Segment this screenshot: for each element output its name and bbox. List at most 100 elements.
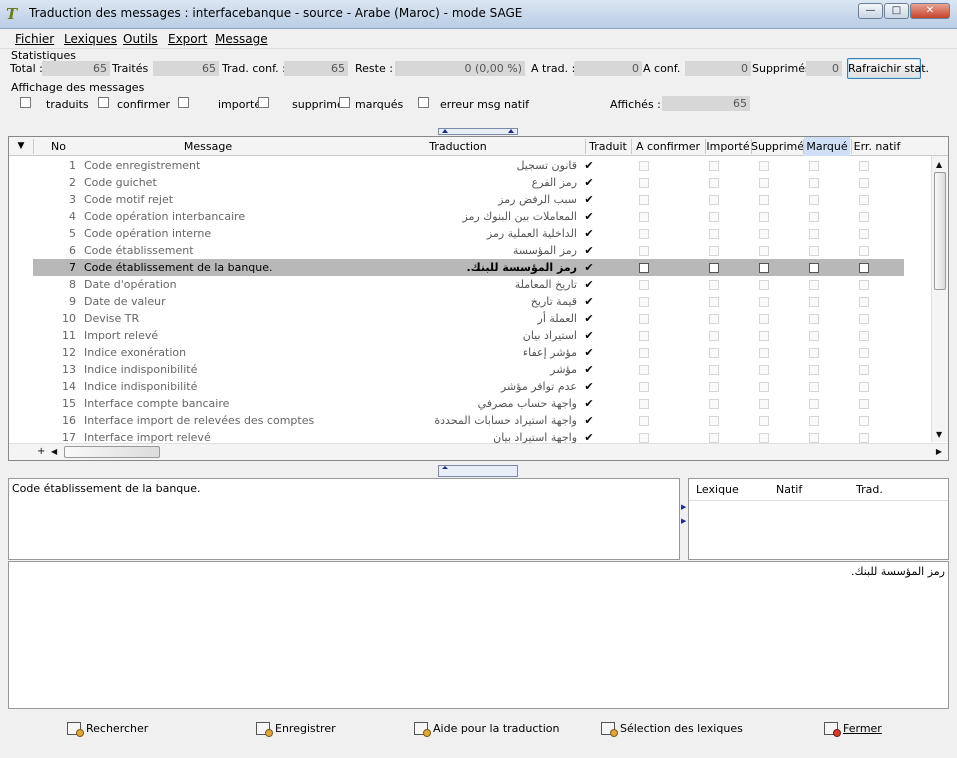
- natif-column[interactable]: Natif: [776, 479, 802, 501]
- err-natif-checkbox[interactable]: [859, 297, 869, 307]
- importe-checkbox[interactable]: [709, 263, 719, 273]
- table-row[interactable]: 11 Import relevé استيراد بيان ✔: [33, 327, 904, 344]
- column-message[interactable]: Message: [84, 137, 332, 156]
- supprime-checkbox[interactable]: [759, 297, 769, 307]
- table-row[interactable]: 4 Code opération interbancaire المعاملات ب…: [33, 208, 904, 225]
- maximize-button[interactable]: □: [884, 3, 909, 19]
- importe-checkbox[interactable]: [709, 382, 719, 392]
- menu-export[interactable]: Export: [168, 32, 207, 46]
- err-natif-checkbox[interactable]: [859, 399, 869, 409]
- table-row[interactable]: 5 Code opération interne الداخلية العملية …: [33, 225, 904, 242]
- marque-checkbox[interactable]: [809, 314, 819, 324]
- column-err-natif[interactable]: Err. natif: [851, 137, 903, 156]
- marque-checkbox[interactable]: [809, 212, 819, 222]
- menu-outils[interactable]: Outils: [123, 32, 158, 46]
- err-natif-checkbox[interactable]: [859, 195, 869, 205]
- table-row[interactable]: 15 Interface compte bancaire واجهة حساب مص…: [33, 395, 904, 412]
- importe-checkbox[interactable]: [709, 212, 719, 222]
- marque-checkbox[interactable]: [809, 416, 819, 426]
- filter-erreur-checkbox[interactable]: [418, 97, 429, 108]
- a-confirmer-checkbox[interactable]: [639, 280, 649, 290]
- marque-checkbox[interactable]: [809, 433, 819, 443]
- importe-checkbox[interactable]: [709, 416, 719, 426]
- menu-lexiques[interactable]: Lexiques: [64, 32, 117, 46]
- supprime-checkbox[interactable]: [759, 399, 769, 409]
- supprime-checkbox[interactable]: [759, 348, 769, 358]
- importe-checkbox[interactable]: [709, 365, 719, 375]
- translation-text-panel[interactable]: رمز المؤسسة للبنك.: [8, 561, 949, 709]
- a-confirmer-checkbox[interactable]: [639, 178, 649, 188]
- supprime-checkbox[interactable]: [759, 229, 769, 239]
- err-natif-checkbox[interactable]: [859, 382, 869, 392]
- close-window-button[interactable]: Fermer: [824, 722, 882, 737]
- scroll-down-icon[interactable]: ▼: [936, 430, 942, 440]
- a-confirmer-checkbox[interactable]: [639, 229, 649, 239]
- supprime-checkbox[interactable]: [759, 331, 769, 341]
- column-traduit[interactable]: Traduit: [585, 137, 631, 156]
- marque-checkbox[interactable]: [809, 161, 819, 171]
- table-row[interactable]: 14 Indice indisponibilité عدم توافر مؤشر ✔: [33, 378, 904, 395]
- importe-checkbox[interactable]: [709, 399, 719, 409]
- a-confirmer-checkbox[interactable]: [639, 314, 649, 324]
- err-natif-checkbox[interactable]: [859, 212, 869, 222]
- importe-checkbox[interactable]: [709, 195, 719, 205]
- minimize-button[interactable]: —: [858, 3, 883, 19]
- a-confirmer-checkbox[interactable]: [639, 161, 649, 171]
- supprime-checkbox[interactable]: [759, 212, 769, 222]
- a-confirmer-checkbox[interactable]: [639, 195, 649, 205]
- importe-checkbox[interactable]: [709, 331, 719, 341]
- err-natif-checkbox[interactable]: [859, 229, 869, 239]
- importe-checkbox[interactable]: [709, 433, 719, 443]
- supprime-checkbox[interactable]: [759, 263, 769, 273]
- supprime-checkbox[interactable]: [759, 195, 769, 205]
- filter-traduits-checkbox[interactable]: [20, 97, 31, 108]
- a-confirmer-checkbox[interactable]: [639, 263, 649, 273]
- a-confirmer-checkbox[interactable]: [639, 433, 649, 443]
- table-row[interactable]: 7 Code établissement de la banque. رمز الم…: [33, 259, 904, 276]
- table-row[interactable]: 6 Code établissement رمز المؤسسة ✔: [33, 242, 904, 259]
- err-natif-checkbox[interactable]: [859, 416, 869, 426]
- menu-message[interactable]: Message: [215, 32, 268, 46]
- err-natif-checkbox[interactable]: [859, 433, 869, 443]
- lexique-panel-toggle[interactable]: ▶ ▶: [680, 503, 688, 533]
- a-confirmer-checkbox[interactable]: [639, 212, 649, 222]
- scroll-left-icon[interactable]: ◀: [51, 447, 57, 457]
- importe-checkbox[interactable]: [709, 280, 719, 290]
- expand-plus-icon[interactable]: +: [37, 447, 45, 457]
- search-button[interactable]: Rechercher: [67, 722, 148, 737]
- column-a-confirmer[interactable]: A confirmer: [631, 137, 705, 156]
- err-natif-checkbox[interactable]: [859, 263, 869, 273]
- grid-vertical-scrollbar[interactable]: ▲ ▼: [931, 156, 948, 442]
- table-row[interactable]: 10 Devise TR العملة أر ✔: [33, 310, 904, 327]
- supprime-checkbox[interactable]: [759, 365, 769, 375]
- table-row[interactable]: 16 Interface import de relevées des compt…: [33, 412, 904, 429]
- table-row[interactable]: 12 Indice exonération مؤشر إعفاء ✔: [33, 344, 904, 361]
- marque-checkbox[interactable]: [809, 229, 819, 239]
- marque-checkbox[interactable]: [809, 382, 819, 392]
- column-traduction[interactable]: Traduction: [332, 137, 584, 156]
- err-natif-checkbox[interactable]: [859, 280, 869, 290]
- menu-fichier[interactable]: Fichier: [15, 32, 54, 46]
- importe-checkbox[interactable]: [709, 246, 719, 256]
- err-natif-checkbox[interactable]: [859, 365, 869, 375]
- filter-importes-checkbox[interactable]: [178, 97, 189, 108]
- scroll-up-icon[interactable]: ▲: [936, 160, 942, 170]
- grid-horizontal-scrollbar[interactable]: + ◀ ▶: [9, 443, 948, 460]
- filter-marques-checkbox[interactable]: [339, 97, 350, 108]
- close-button[interactable]: ✕: [910, 3, 950, 19]
- marque-checkbox[interactable]: [809, 399, 819, 409]
- marque-checkbox[interactable]: [809, 263, 819, 273]
- filter-confirmer-checkbox[interactable]: [98, 97, 109, 108]
- supprime-checkbox[interactable]: [759, 314, 769, 324]
- err-natif-checkbox[interactable]: [859, 314, 869, 324]
- horizontal-scroll-thumb[interactable]: [64, 446, 160, 458]
- table-row[interactable]: 13 Indice indisponibilité مؤشر ✔: [33, 361, 904, 378]
- save-button[interactable]: Enregistrer: [256, 722, 336, 737]
- a-confirmer-checkbox[interactable]: [639, 365, 649, 375]
- column-supprime[interactable]: Supprimé: [751, 137, 804, 156]
- scroll-right-icon[interactable]: ▶: [936, 447, 942, 457]
- importe-checkbox[interactable]: [709, 178, 719, 188]
- table-row[interactable]: 2 Code guichet رمز الفرع ✔: [33, 174, 904, 191]
- marque-checkbox[interactable]: [809, 331, 819, 341]
- marque-checkbox[interactable]: [809, 195, 819, 205]
